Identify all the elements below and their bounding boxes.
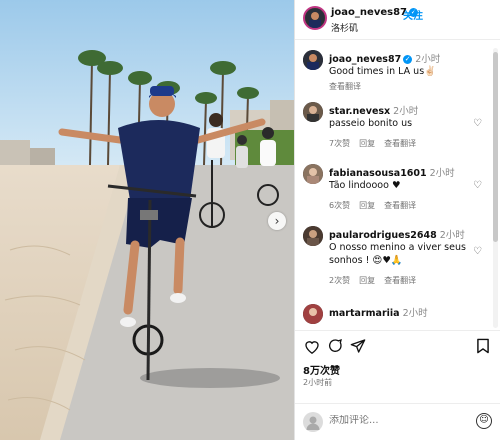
emoji-icon[interactable]: ☺ <box>476 413 492 429</box>
post-location[interactable]: 洛杉矶 <box>331 21 358 34</box>
comment-like-count[interactable]: 6次赞 <box>329 201 350 210</box>
post-side-panel: joao_neves87 ✓ 关注 洛杉矶 joao_neves87 ✓ 2小时 Go… <box>295 0 500 440</box>
user-icon <box>306 416 320 430</box>
commenter-username-text[interactable]: paularodrigues2648 <box>329 230 437 241</box>
comment-reply-button[interactable]: 回复 <box>359 139 375 148</box>
commenter-username-text[interactable]: star.nevesx <box>329 106 390 117</box>
comments-scrollbar[interactable] <box>493 48 498 328</box>
avatar-image <box>303 102 323 122</box>
current-user-avatar <box>303 412 323 432</box>
avatar-image <box>305 8 325 28</box>
comment-like-count[interactable]: 2次赞 <box>329 276 350 285</box>
author-username-text[interactable]: joao_neves87 <box>331 7 407 18</box>
avatar-image <box>303 304 323 324</box>
comment-time: 2小时 <box>429 168 455 179</box>
commenter-username[interactable]: fabianasousa1601 2小时 <box>329 165 455 179</box>
heart-icon <box>305 340 319 354</box>
likes-count[interactable]: 8万次赞 <box>303 362 340 377</box>
commenter-avatar[interactable] <box>303 304 323 324</box>
share-icon <box>350 339 366 353</box>
post-actions-bar <box>295 330 500 360</box>
comment-button[interactable] <box>326 337 344 355</box>
author-avatar[interactable] <box>303 6 327 30</box>
comment-text: Tão lindoooo ♥ <box>329 180 401 191</box>
commenter-username[interactable]: star.nevesx 2小时 <box>329 103 418 117</box>
comment-time: 2小时 <box>402 308 428 319</box>
comment-icon <box>329 338 342 352</box>
commenter-avatar[interactable] <box>303 226 323 246</box>
comment-like-heart-icon[interactable]: ♡ <box>473 246 482 257</box>
avatar-image <box>303 164 323 184</box>
caption-translate[interactable]: 查看翻译 <box>329 81 361 92</box>
post-time-ago: 2小时前 <box>303 378 333 387</box>
comment-like-heart-icon[interactable]: ♡ <box>473 180 482 191</box>
caption-time: 2小时 <box>415 54 441 65</box>
caption-username-text[interactable]: joao_neves87 <box>329 54 401 65</box>
commenter-username-text[interactable]: martarmariia <box>329 308 400 319</box>
avatar-image <box>303 50 323 70</box>
next-photo-button[interactable]: › <box>268 212 286 230</box>
like-button[interactable] <box>303 337 321 355</box>
comment-translate-button[interactable]: 查看翻译 <box>384 201 416 210</box>
comment-reply-button[interactable]: 回复 <box>359 201 375 210</box>
commenter-username[interactable]: paularodrigues2648 2小时 <box>329 227 465 241</box>
comment-meta: 7次赞 回复 查看翻译 <box>329 138 425 149</box>
commenter-avatar[interactable] <box>303 102 323 122</box>
post-header: joao_neves87 ✓ 关注 洛杉矶 <box>295 0 500 40</box>
verified-badge-icon: ✓ <box>403 55 413 64</box>
bookmark-icon <box>477 338 489 354</box>
commenter-avatar[interactable] <box>303 164 323 184</box>
follow-button[interactable]: 关注 <box>403 7 423 22</box>
comments-list[interactable]: joao_neves87 ✓ 2小时 Good times in LA us✌🏻 查… <box>295 46 500 329</box>
comment-like-heart-icon[interactable]: ♡ <box>473 118 482 129</box>
add-comment-bar: ☺ <box>295 403 500 440</box>
instagram-post-view: › joao_neves87 ✓ 关注 洛杉矶 joao_neves87 ✓ 2小时 <box>0 0 500 440</box>
commenter-username[interactable]: martarmariia 2小时 <box>329 305 428 319</box>
post-photo[interactable]: › <box>0 0 295 440</box>
comment-translate-button[interactable]: 查看翻译 <box>384 276 416 285</box>
scrollbar-thumb[interactable] <box>493 52 498 242</box>
comment-text: O nosso menino a viver seus sonhos ! 😍♥🙏 <box>329 242 466 266</box>
photo-illustration <box>0 0 294 440</box>
share-button[interactable] <box>349 337 367 355</box>
comment-translate-button[interactable]: 查看翻译 <box>384 139 416 148</box>
comment-time: 2小时 <box>393 106 419 117</box>
comment-like-count[interactable]: 7次赞 <box>329 139 350 148</box>
commenter-username-text[interactable]: fabianasousa1601 <box>329 168 427 179</box>
author-avatar-small[interactable] <box>303 50 323 70</box>
comment-meta: 6次赞 回复 查看翻译 <box>329 200 425 211</box>
comment-meta: 2次赞 回复 查看翻译 <box>329 275 425 286</box>
comment-time: 2小时 <box>439 230 465 241</box>
caption-text: Good times in LA us✌🏻 <box>329 66 436 77</box>
chevron-right-icon: › <box>274 214 280 228</box>
avatar-image <box>303 226 323 246</box>
save-button[interactable] <box>474 337 492 355</box>
comment-reply-button[interactable]: 回复 <box>359 276 375 285</box>
comment-text: passeio bonito us <box>329 118 413 129</box>
add-comment-input[interactable] <box>329 415 449 426</box>
caption-username[interactable]: joao_neves87 ✓ 2小时 <box>329 51 440 65</box>
